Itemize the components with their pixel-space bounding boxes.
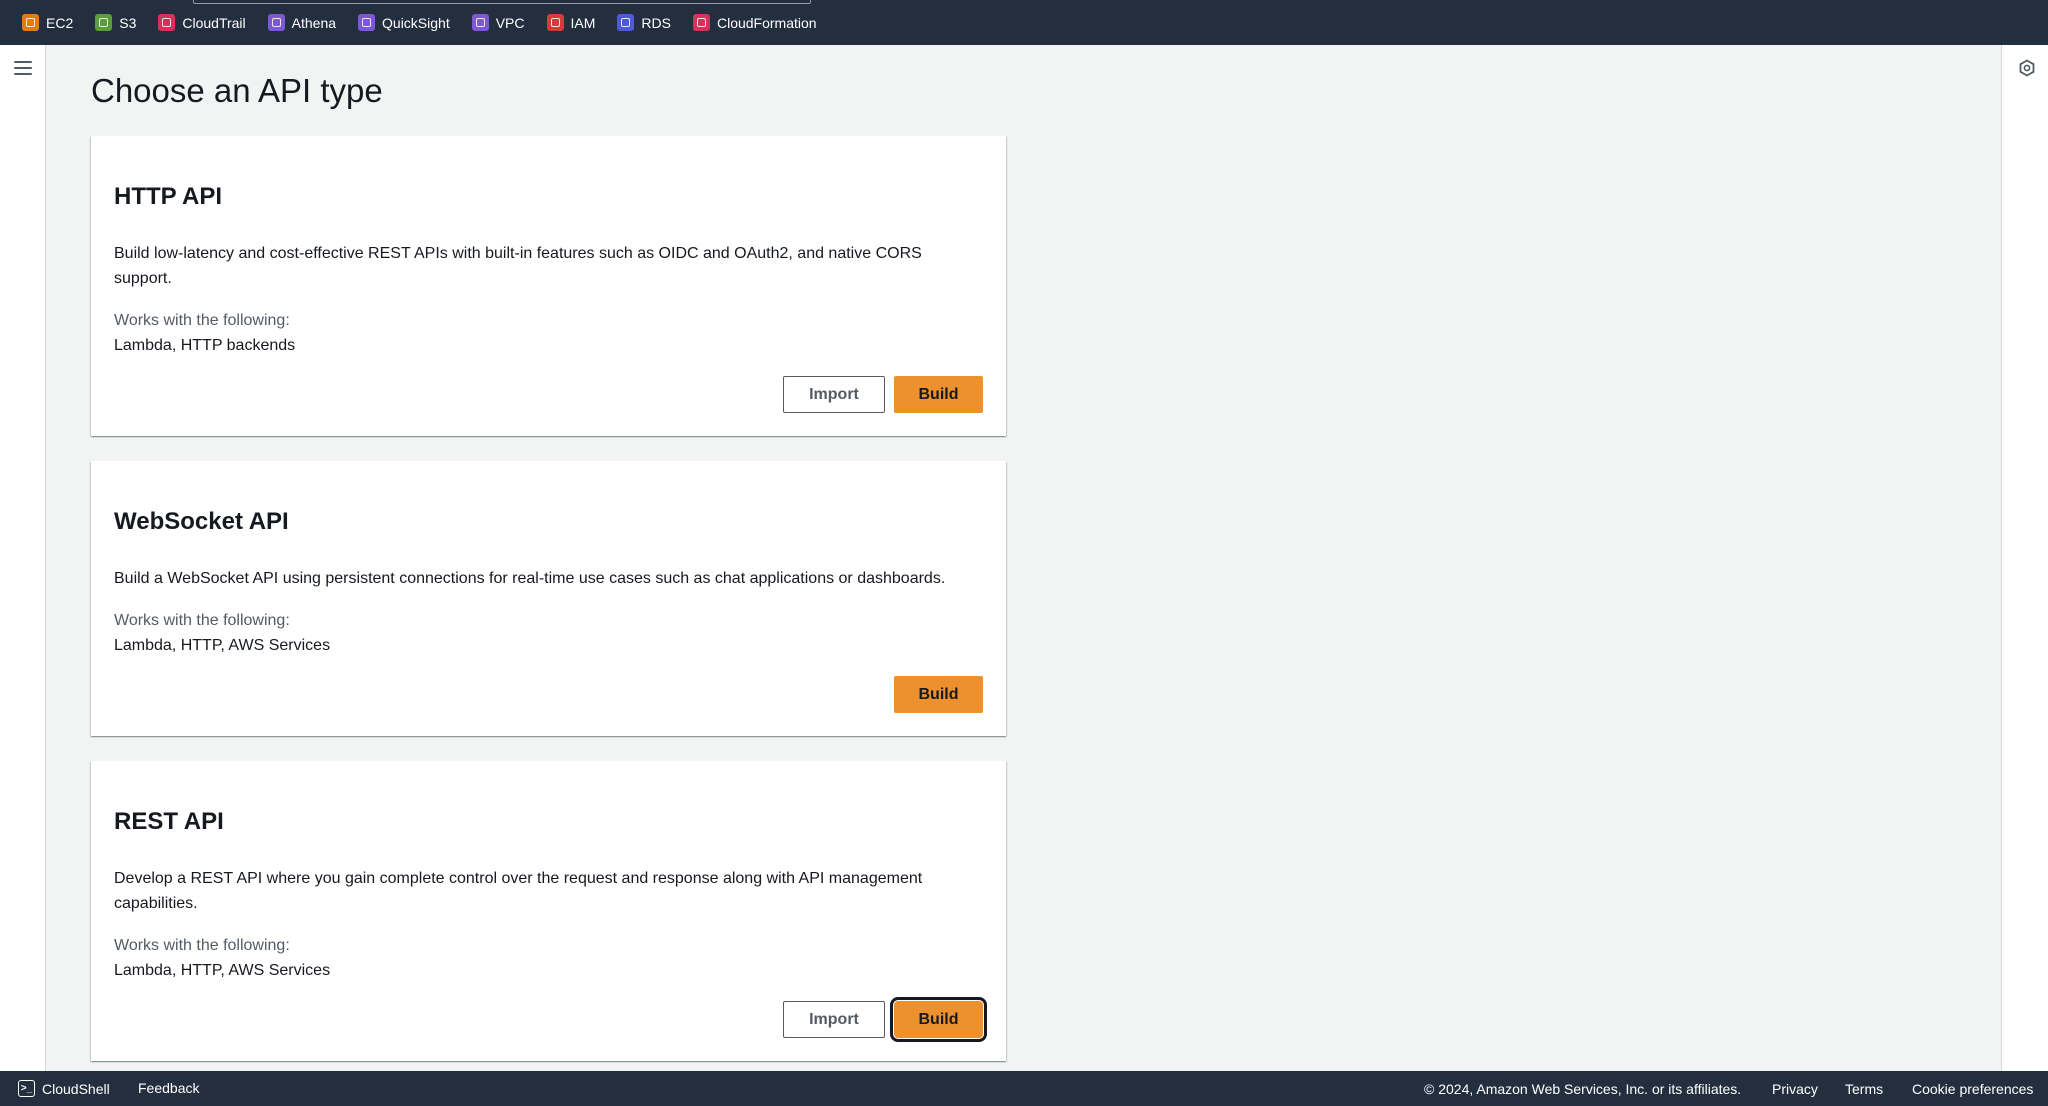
http-api-import-button[interactable]: Import — [783, 376, 885, 413]
favorite-label: S3 — [119, 14, 137, 31]
feedback-link[interactable]: Feedback — [138, 1080, 199, 1096]
favorite-s3[interactable]: S3 — [95, 14, 136, 31]
favorite-quicksight[interactable]: QuickSight — [358, 14, 450, 31]
works-with-value: Lambda, HTTP, AWS Services — [114, 962, 331, 979]
side-navigation-rail — [0, 45, 46, 1071]
works-with-label: Works with the following: — [114, 612, 290, 629]
rest-api-build-button[interactable]: Build — [890, 997, 987, 1042]
cloudformation-icon — [692, 14, 710, 31]
page-title: Choose an API type — [91, 72, 383, 109]
vpc-icon — [471, 14, 489, 31]
quicksight-icon — [358, 14, 376, 31]
iam-icon — [546, 14, 564, 31]
search-field-edge[interactable] — [193, 0, 811, 4]
menu-icon[interactable] — [14, 61, 32, 75]
terms-link[interactable]: Terms — [1845, 1081, 1883, 1097]
favorite-label: IAM — [570, 14, 596, 31]
favorite-label: Athena — [291, 14, 337, 31]
api-type-card-websocket: WebSocket API Build a WebSocket API usin… — [91, 461, 1006, 736]
rds-icon — [617, 14, 635, 31]
favorite-ec2[interactable]: EC2 — [22, 14, 73, 31]
card-description: Develop a REST API where you gain comple… — [114, 870, 923, 912]
cloudshell-label: CloudShell — [42, 1080, 110, 1097]
http-api-build-button[interactable]: Build — [894, 376, 983, 413]
favorite-label: CloudTrail — [182, 14, 246, 31]
console-footer: >_ CloudShell Feedback © 2024, Amazon We… — [0, 1071, 2048, 1106]
works-with-label: Works with the following: — [114, 312, 290, 329]
cloudshell-button[interactable]: >_ CloudShell — [18, 1080, 110, 1097]
works-with-label: Works with the following: — [114, 937, 290, 954]
cookie-preferences-link[interactable]: Cookie preferences — [1912, 1081, 2033, 1097]
api-type-card-http: HTTP API Build low-latency and cost-effe… — [91, 136, 1006, 436]
favorite-cloudtrail[interactable]: CloudTrail — [158, 14, 246, 31]
favorite-label: QuickSight — [382, 14, 450, 31]
ec2-icon — [22, 14, 39, 31]
services-favorites-bar: EC2 S3 CloudTrail Athena QuickSight VPC … — [0, 0, 2048, 45]
favorite-rds[interactable]: RDS — [617, 14, 671, 31]
favorites-list: EC2 S3 CloudTrail Athena QuickSight VPC … — [22, 14, 839, 31]
favorite-cloudformation[interactable]: CloudFormation — [692, 14, 817, 31]
card-description: Build a WebSocket API using persistent c… — [114, 570, 946, 587]
websocket-api-build-button[interactable]: Build — [894, 676, 983, 713]
card-description: Build low-latency and cost-effective RES… — [114, 245, 922, 287]
works-with-value: Lambda, HTTP, AWS Services — [114, 637, 331, 654]
card-title: HTTP API — [114, 183, 223, 210]
works-with-value: Lambda, HTTP backends — [114, 337, 296, 354]
favorite-iam[interactable]: IAM — [546, 14, 596, 31]
rest-api-import-button[interactable]: Import — [783, 1001, 885, 1038]
favorite-label: EC2 — [46, 14, 74, 31]
tools-rail — [2001, 45, 2048, 1071]
terminal-icon: >_ — [18, 1080, 35, 1097]
favorite-vpc[interactable]: VPC — [471, 14, 525, 31]
s3-icon — [95, 14, 113, 31]
favorite-athena[interactable]: Athena — [267, 14, 337, 31]
favorite-label: CloudFormation — [716, 14, 817, 31]
favorite-label: RDS — [641, 14, 671, 31]
settings-hexagon-icon[interactable] — [2018, 59, 2036, 77]
card-title: REST API — [114, 808, 224, 835]
athena-icon — [267, 14, 285, 31]
privacy-link[interactable]: Privacy — [1772, 1081, 1818, 1097]
favorite-label: VPC — [495, 14, 525, 31]
cloudtrail-icon — [158, 14, 176, 31]
card-title: WebSocket API — [114, 508, 289, 535]
api-type-card-rest: REST API Develop a REST API where you ga… — [91, 761, 1006, 1061]
copyright-text: © 2024, Amazon Web Services, Inc. or its… — [1424, 1081, 1742, 1097]
